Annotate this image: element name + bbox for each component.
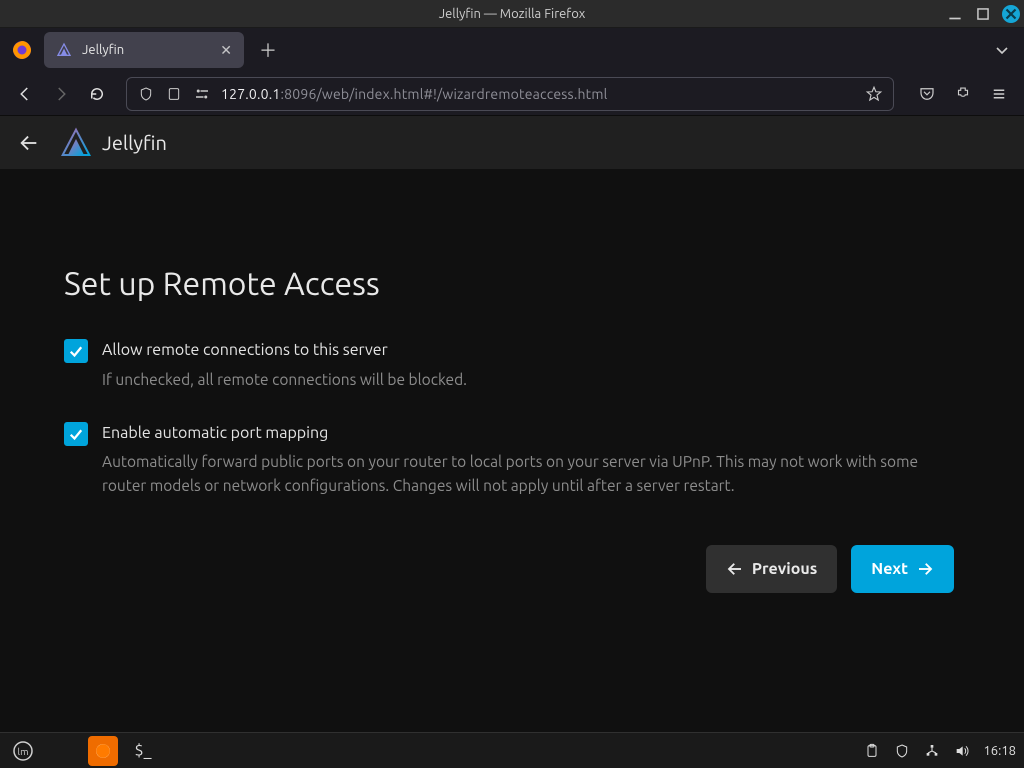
- new-tab-button[interactable]: ＋: [252, 34, 284, 66]
- start-menu-icon[interactable]: lm: [8, 736, 38, 766]
- option-allow-remote-help: If unchecked, all remote connections wil…: [102, 368, 467, 391]
- tray-network-icon[interactable]: [923, 742, 941, 760]
- page-heading: Set up Remote Access: [64, 266, 960, 302]
- arrow-left-icon: [726, 560, 744, 578]
- previous-button[interactable]: Previous: [706, 545, 837, 593]
- tab-title: Jellyfin: [82, 43, 124, 57]
- nav-forward-icon[interactable]: [44, 77, 78, 111]
- browser-tab[interactable]: Jellyfin ✕: [44, 32, 244, 68]
- jellyfin-favicon-icon: [56, 42, 72, 58]
- permissions-icon[interactable]: [193, 85, 211, 103]
- os-taskbar: lm $_ 16:18: [0, 732, 1024, 768]
- nav-reload-icon[interactable]: [80, 77, 114, 111]
- option-upnp: Enable automatic port mapping Automatica…: [64, 421, 954, 497]
- taskbar-folder-icon[interactable]: [168, 736, 198, 766]
- tray-clipboard-icon[interactable]: [863, 742, 881, 760]
- jellyfin-logo-icon: [60, 127, 92, 159]
- window-titlebar: Jellyfin — Mozilla Firefox: [0, 0, 1024, 28]
- option-upnp-label: Enable automatic port mapping: [102, 421, 954, 447]
- list-all-tabs-icon[interactable]: [988, 36, 1016, 64]
- arrow-right-icon: [916, 560, 934, 578]
- extensions-icon[interactable]: [946, 77, 980, 111]
- bookmark-star-icon[interactable]: [865, 85, 883, 103]
- window-close-icon[interactable]: [1002, 5, 1020, 23]
- window-maximize-icon[interactable]: [974, 5, 992, 23]
- browser-toolbar: 127.0.0.1:8096/web/index.html#!/wizardre…: [0, 72, 1024, 116]
- next-button-label: Next: [871, 560, 908, 578]
- tray-volume-icon[interactable]: [953, 742, 971, 760]
- url-bar[interactable]: 127.0.0.1:8096/web/index.html#!/wizardre…: [126, 77, 894, 111]
- jellyfin-logo: Jellyfin: [60, 127, 167, 159]
- tab-close-icon[interactable]: ✕: [220, 42, 232, 59]
- taskbar-files-icon[interactable]: [48, 736, 78, 766]
- system-tray: 16:18: [863, 742, 1016, 760]
- previous-button-label: Previous: [752, 560, 817, 578]
- firefox-app-icon: [8, 36, 36, 64]
- option-allow-remote-label: Allow remote connections to this server: [102, 338, 467, 364]
- taskbar-terminal-icon[interactable]: $_: [128, 736, 158, 766]
- window-title: Jellyfin — Mozilla Firefox: [439, 7, 586, 21]
- tray-clock[interactable]: 16:18: [983, 744, 1016, 758]
- url-text: 127.0.0.1:8096/web/index.html#!/wizardre…: [221, 86, 608, 102]
- option-allow-remote: Allow remote connections to this server …: [64, 338, 954, 391]
- site-info-icon[interactable]: [165, 85, 183, 103]
- checkbox-allow-remote[interactable]: [64, 339, 88, 363]
- next-button[interactable]: Next: [851, 545, 954, 593]
- jellyfin-header: Jellyfin: [0, 116, 1024, 170]
- browser-tabstrip: Jellyfin ✕ ＋: [0, 28, 1024, 72]
- nav-back-icon[interactable]: [8, 77, 42, 111]
- svg-text:lm: lm: [18, 745, 29, 756]
- app-menu-icon[interactable]: [982, 77, 1016, 111]
- shield-icon[interactable]: [137, 85, 155, 103]
- option-upnp-help: Automatically forward public ports on yo…: [102, 450, 954, 497]
- window-minimize-icon[interactable]: [946, 5, 964, 23]
- jellyfin-app-name: Jellyfin: [102, 131, 167, 154]
- page-content: Set up Remote Access Allow remote connec…: [0, 170, 1024, 732]
- jellyfin-back-icon[interactable]: [14, 128, 44, 158]
- tray-shield-icon[interactable]: [893, 742, 911, 760]
- checkbox-upnp[interactable]: [64, 422, 88, 446]
- pocket-icon[interactable]: [910, 77, 944, 111]
- taskbar-firefox-icon[interactable]: [88, 736, 118, 766]
